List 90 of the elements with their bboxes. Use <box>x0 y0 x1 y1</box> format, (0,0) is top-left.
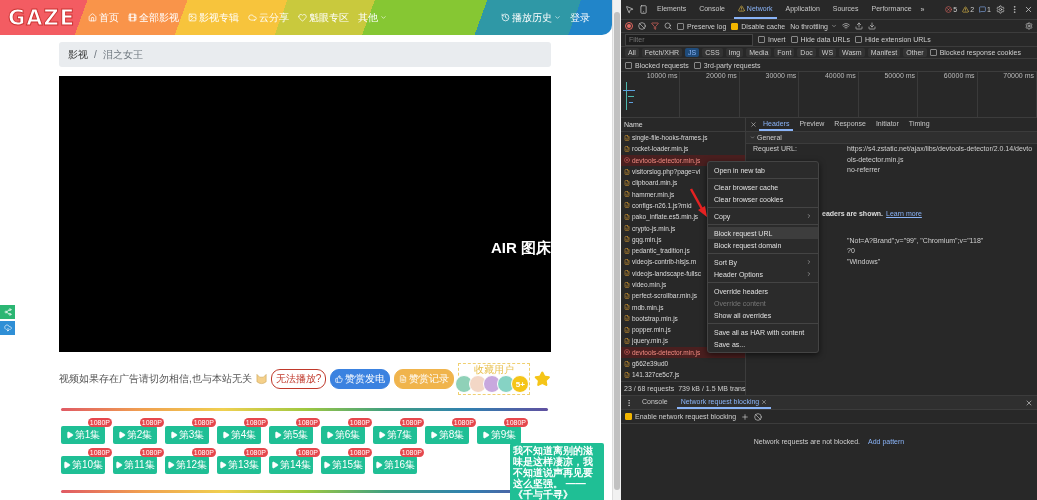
filter-icon[interactable] <box>651 22 659 30</box>
menu-icon[interactable] <box>1010 5 1019 14</box>
play-icon <box>115 461 124 469</box>
file-icon <box>624 191 630 198</box>
login-link[interactable]: 登录 <box>570 10 590 25</box>
breadcrumb-item[interactable]: 影视 <box>68 47 88 62</box>
caret-icon <box>750 135 755 140</box>
error-icon <box>624 157 630 164</box>
play-icon <box>270 461 279 469</box>
file-icon <box>624 236 630 243</box>
file-icon <box>624 281 630 288</box>
record-icon[interactable] <box>625 22 633 30</box>
file-icon <box>624 225 630 231</box>
file-icon <box>624 371 630 378</box>
close-icon[interactable] <box>1024 5 1033 14</box>
add-icon[interactable] <box>741 412 750 421</box>
cloud-download-icon <box>3 324 12 332</box>
file-icon <box>624 304 630 311</box>
file-icon <box>624 247 630 254</box>
film-icon <box>128 13 138 22</box>
file-icon <box>624 145 630 152</box>
close-icon[interactable] <box>750 121 757 128</box>
error-icon <box>624 349 630 356</box>
device-icon[interactable] <box>639 5 648 14</box>
play-icon <box>218 461 227 469</box>
message-icon <box>979 6 987 13</box>
file-icon <box>624 315 630 322</box>
caret-icon <box>380 14 388 21</box>
collectors-title: 收藏用户 <box>474 364 515 375</box>
file-icon <box>624 326 630 333</box>
play-icon <box>65 431 74 439</box>
waterfall-drawing <box>623 82 637 112</box>
play-icon <box>169 431 178 439</box>
video-overlay-text: AIR 图床 <box>491 239 551 258</box>
play-icon <box>62 461 71 469</box>
play-icon <box>325 431 334 439</box>
play-icon <box>273 431 282 439</box>
warning-icon <box>737 5 745 12</box>
share-icon <box>3 308 12 316</box>
file-icon <box>624 213 630 220</box>
file-icon <box>624 360 630 367</box>
play-icon <box>429 431 438 439</box>
clear-icon[interactable] <box>754 412 763 421</box>
file-icon <box>624 292 630 299</box>
settings-icon[interactable] <box>996 5 1005 14</box>
heart-icon <box>298 13 308 22</box>
error-icon <box>945 6 953 13</box>
play-icon <box>166 461 175 469</box>
quote-box: 我不知道离别的滋味是这样凄凉，我不知道说声再见要这么坚强。 ——《千与千寻》 <box>510 443 604 500</box>
breadcrumb-separator: / <box>94 49 97 60</box>
search-icon[interactable] <box>664 22 672 30</box>
play-icon <box>481 431 490 439</box>
play-icon <box>374 461 383 469</box>
inspect-icon[interactable] <box>625 5 634 14</box>
download-icon[interactable] <box>868 22 876 30</box>
video-player[interactable]: AIR 图床 <box>59 76 551 352</box>
file-icon <box>624 179 630 186</box>
image-icon <box>188 13 198 22</box>
file-icon <box>624 202 630 209</box>
history-icon <box>501 13 510 22</box>
action-button[interactable]: 无法播放? <box>270 369 327 389</box>
play-icon <box>221 431 230 439</box>
file-icon <box>624 270 630 277</box>
cat-face-icon <box>255 373 267 385</box>
play-icon <box>117 431 126 439</box>
cloud-icon <box>248 13 258 22</box>
file-icon <box>624 258 630 265</box>
play-icon <box>377 431 386 439</box>
menu-icon[interactable] <box>625 398 633 407</box>
thumbs-up-icon <box>335 375 344 383</box>
star-icon[interactable] <box>534 370 551 388</box>
close-icon <box>761 398 768 405</box>
play-icon <box>322 461 331 469</box>
upload-icon[interactable] <box>855 22 863 30</box>
clear-icon[interactable] <box>638 22 646 30</box>
scrollbar[interactable] <box>612 0 621 500</box>
close-icon[interactable] <box>1025 398 1033 407</box>
home-icon <box>88 13 98 22</box>
settings-icon[interactable] <box>1025 22 1033 30</box>
caret-icon <box>554 14 561 21</box>
notice-text: 视频如果存在广告请切勿相信,也与本站无关 <box>59 372 252 386</box>
wifi-icon[interactable] <box>842 22 850 30</box>
file-icon <box>624 338 630 344</box>
warning-icon <box>962 6 970 13</box>
file-icon <box>624 168 630 175</box>
breadcrumb-item: 泪之女王 <box>102 47 143 62</box>
document-icon <box>399 375 408 383</box>
caret-icon <box>831 23 837 29</box>
file-icon <box>624 134 630 141</box>
action-button[interactable]: 赞赏发电 <box>330 369 391 389</box>
